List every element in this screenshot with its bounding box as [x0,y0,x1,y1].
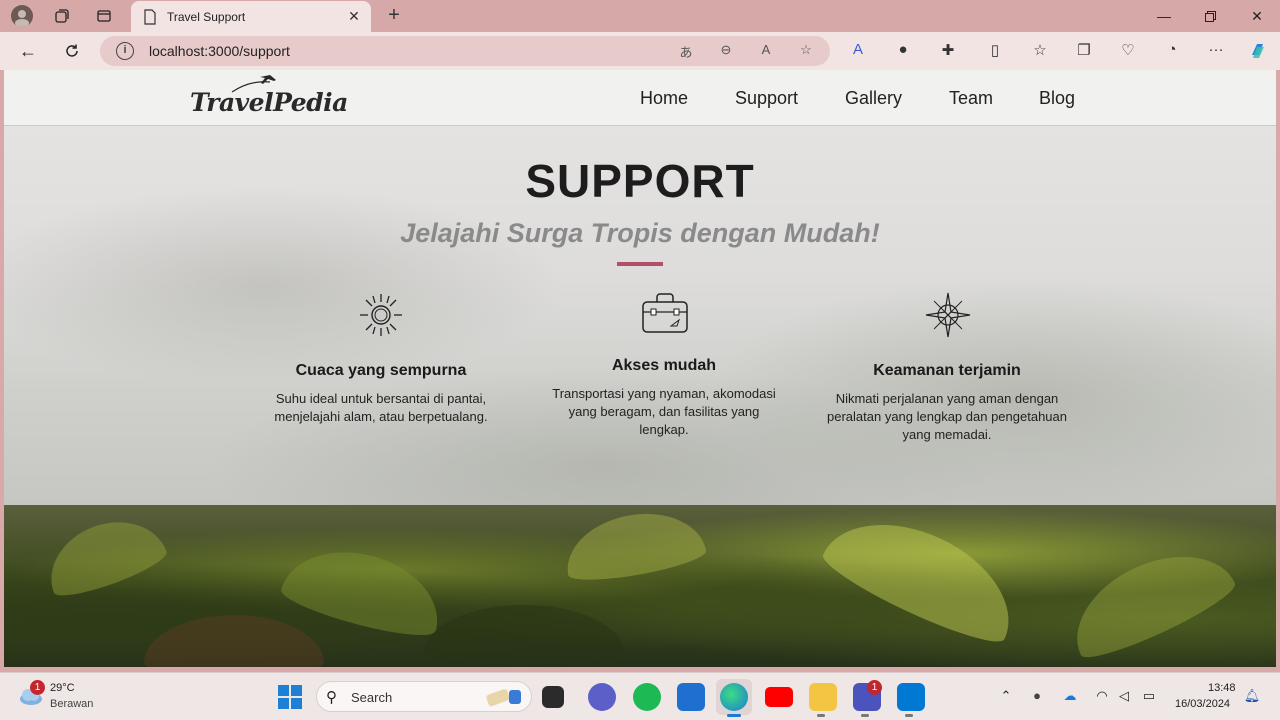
foliage [816,505,1032,654]
restore-button[interactable] [1187,0,1233,32]
back-icon[interactable]: ← [15,39,41,63]
sun-icon [360,294,402,336]
weather-notification-badge: 1 [30,680,45,695]
feature-weather: Cuaca yang sempurna Suhu ideal untuk ber… [261,362,501,426]
edge-browser-icon[interactable] [720,683,748,711]
profile-avatar[interactable] [8,4,36,28]
feature-safety: Keamanan terjamin Nikmati perjalanan yan… [827,362,1067,444]
youtube-icon[interactable] [765,687,793,707]
foliage [37,506,171,604]
feature-text: Transportasi yang nyaman, akomodasi yang… [552,386,776,437]
spotify-icon[interactable] [633,683,661,711]
zoom-out-icon[interactable]: ⊖ [716,42,736,60]
suitcase-icon [642,293,688,333]
url-text[interactable]: localhost:3000/support [149,43,290,59]
site-info-icon[interactable]: i [116,42,134,60]
address-bar[interactable]: i localhost:3000/support あ ⊖ A ☆ [100,36,830,66]
vscode-icon[interactable] [897,683,925,711]
title-divider [617,262,663,266]
wifi-icon[interactable]: ◠ [1093,688,1111,706]
close-window-button[interactable]: ✕ [1234,0,1280,32]
more-menu-icon[interactable]: ··· [1205,41,1227,61]
running-indicator [817,714,825,717]
running-indicator [861,714,869,717]
tab-travel-support[interactable]: Travel Support ✕ [131,1,371,32]
jungle-background-image [4,505,1276,667]
browser-essentials-icon[interactable]: ♡ [1117,41,1139,61]
search-placeholder: Search [351,690,393,705]
notification-bell-icon[interactable]: 🔔︎ [1243,688,1261,706]
travelpedia-logo[interactable]: TravelPedia [190,74,348,124]
feature-access: Akses mudah Transportasi yang nyaman, ak… [544,357,784,439]
clock-date[interactable]: 16/03/2024 [1175,698,1230,710]
feature-title: Akses mudah [611,357,717,374]
nav-team[interactable]: Team [949,88,993,109]
new-tab-button[interactable]: + [382,4,406,28]
security-tray-icon[interactable]: ● [1028,688,1046,706]
translate-icon[interactable]: あ [676,42,696,60]
running-indicator [905,714,913,717]
tab-title: Travel Support [167,9,246,24]
page-subtitle: Jelajahi Surga Tropis dengan Mudah! [400,218,880,248]
file-explorer-icon[interactable] [809,683,837,711]
workspaces-icon[interactable] [48,4,76,28]
page-title: SUPPORT [525,155,755,207]
onedrive-icon[interactable]: ☁ [1061,688,1079,706]
performance-icon[interactable]: ◔ [1161,41,1183,61]
teams-notification-badge: 1 [867,680,882,695]
task-view-icon[interactable] [542,686,564,708]
background-mist [4,186,564,386]
minimize-button[interactable]: — [1141,0,1187,32]
refresh-icon[interactable] [59,39,85,63]
windows-taskbar: 1 29°C Berawan ⚲ Search 1 ⌃ ● ☁ ◠ ◁ ▭ 13… [0,672,1280,720]
nav-home[interactable]: Home [640,88,688,109]
weather-condition[interactable]: Berawan [50,698,93,710]
split-screen-icon[interactable]: ▯ [984,41,1006,61]
clock-time[interactable]: 13:48 [1208,682,1236,694]
foliage [277,535,451,645]
microsoft-store-icon[interactable] [677,683,705,711]
taskbar-search[interactable]: ⚲ Search [316,681,532,712]
page-icon [144,8,156,25]
feature-text: Nikmati perjalanan yang aman dengan pera… [827,391,1067,442]
feature-title: Keamanan terjamin [873,362,1021,379]
browser-toolbar: ← i localhost:3000/support あ ⊖ A ☆ A ● ✚… [0,32,1280,70]
tab-actions-icon[interactable] [90,4,118,28]
favorites-icon[interactable]: ☆ [1029,41,1051,61]
translator-extension-icon[interactable]: A [847,41,869,61]
weather-temperature[interactable]: 29°C [50,682,75,694]
collections-icon[interactable]: ❐ [1073,41,1095,61]
extension-icon[interactable]: ● [892,41,914,61]
foliage [424,605,624,665]
site-header: TravelPedia Home Support Gallery Team Bl… [4,70,1276,126]
read-aloud-icon[interactable]: A [756,42,776,60]
nav-gallery[interactable]: Gallery [845,88,902,109]
copilot-icon[interactable] [1247,41,1269,61]
page-viewport: TravelPedia Home Support Gallery Team Bl… [4,70,1276,667]
search-icon: ⚲ [326,689,337,706]
foliage [559,505,709,587]
volume-icon[interactable]: ◁ [1115,688,1133,706]
feature-title: Cuaca yang sempurna [295,362,467,379]
foliage [1057,532,1241,667]
windows-start-icon[interactable] [278,685,302,709]
teams-chat-icon[interactable] [588,683,616,711]
extensions-puzzle-icon[interactable]: ✚ [937,41,959,61]
support-hero: SUPPORT Jelajahi Surga Tropis dengan Mud… [4,126,1276,505]
feature-text: Suhu ideal untuk bersantai di pantai, me… [274,391,488,424]
nav-blog[interactable]: Blog [1039,88,1075,109]
compass-icon [925,292,971,338]
battery-icon[interactable]: ▭ [1140,688,1158,706]
close-tab-icon[interactable]: ✕ [343,8,365,25]
favorite-star-icon[interactable]: ☆ [796,42,816,60]
active-indicator [727,714,741,717]
browser-titlebar: Travel Support ✕ + — ✕ [0,0,1280,32]
search-highlight-icon [486,689,521,707]
nav-support[interactable]: Support [735,88,798,109]
logo-text: TravelPedia [190,88,348,117]
chevron-up-icon[interactable]: ⌃ [997,688,1015,706]
foliage [144,615,324,667]
